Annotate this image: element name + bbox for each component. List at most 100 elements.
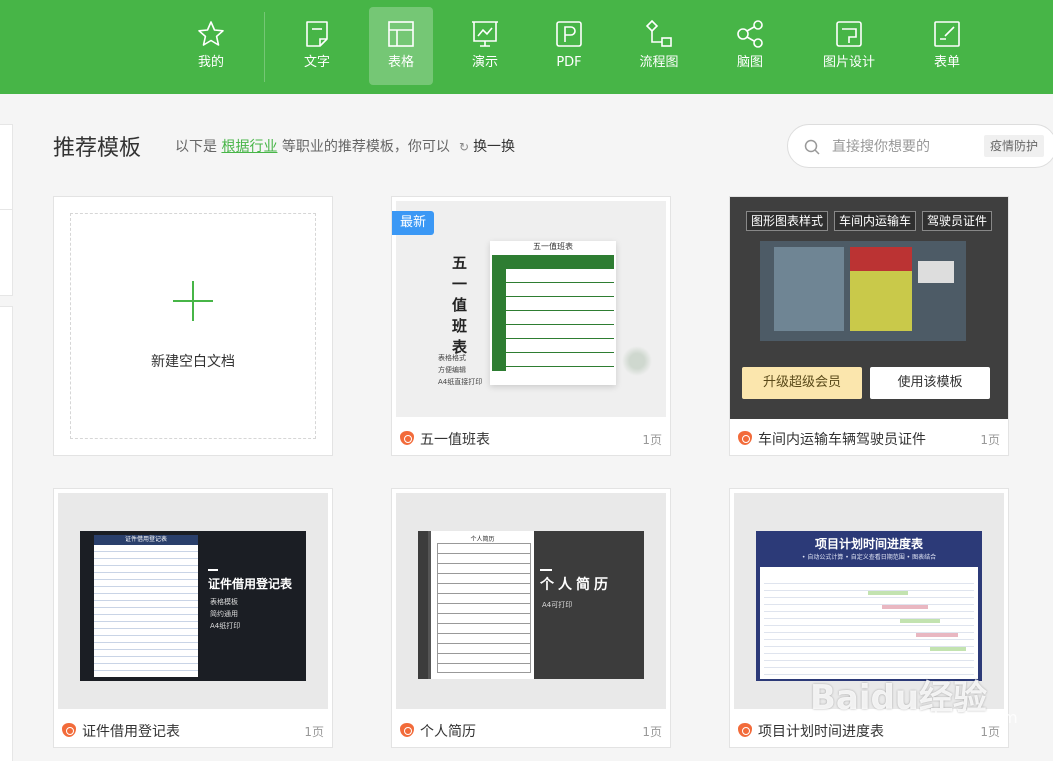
thumbnail-subtitle: • 自动公式计算 • 自定义查看日期范围 • 图表结合 <box>801 554 937 561</box>
card-footer: 证件借用登记表 1页 <box>54 711 332 747</box>
sheet-header-bar <box>492 255 614 269</box>
new-document-label: 新建空白文档 <box>151 354 235 370</box>
thumbnail-bullet: 表格格式 <box>438 354 466 362</box>
refresh-icon: ↻ <box>459 140 470 154</box>
template-logo-icon <box>62 723 76 737</box>
thumbnail-sheet: 证件借用登记表 <box>94 535 198 677</box>
thumbnail-sheet: 个人简历 <box>428 531 534 679</box>
mindmap-icon <box>737 20 763 48</box>
template-logo-icon <box>738 723 752 737</box>
doc-block <box>850 247 912 331</box>
thumbnail-sheet <box>760 567 978 679</box>
nav-item-label: PDF <box>556 55 582 70</box>
template-tag[interactable]: 图形图表样式 <box>746 211 829 231</box>
description-prefix: 以下是 <box>175 139 217 155</box>
template-card[interactable]: 证件借用登记表 证件借用登记表 表格模板 简约通用 A4纸打印 证件借用登记表 … <box>53 488 333 748</box>
sheet-title: 证件借用登记表 <box>94 535 198 545</box>
title-dash <box>208 569 218 571</box>
nav-item-flowchart[interactable]: 流程图 <box>627 7 691 85</box>
page-count: 1页 <box>304 725 324 739</box>
nav-item-presentation[interactable]: 演示 <box>453 7 517 85</box>
nav-item-form[interactable]: 表单 <box>915 7 979 85</box>
search-box: 疫情防护 <box>787 124 1053 168</box>
search-input[interactable] <box>832 135 972 159</box>
use-template-button[interactable]: 使用该模板 <box>870 367 990 399</box>
dashed-border <box>70 213 316 439</box>
card-footer: 个人简历 1页 <box>392 711 670 747</box>
thumbnail-title: 证件借用登记表 <box>208 577 293 591</box>
template-thumbnail: 证件借用登记表 证件借用登记表 表格模板 简约通用 A4纸打印 <box>58 493 328 709</box>
template-card[interactable]: 个人简历 个人简历 A4可打印 个人简历 1页 <box>391 488 671 748</box>
thumbnail-title: 项目计划时间进度表 <box>814 537 923 551</box>
nav-item-label: 文字 <box>303 55 330 70</box>
presentation-icon <box>472 21 498 47</box>
template-thumbnail-hover: 图形图表样式 车间内运输车 驾驶员证件 升级超级会员 使用该模板 <box>730 197 1008 419</box>
card-footer: 五一值班表 1页 <box>392 419 670 455</box>
upgrade-vip-button[interactable]: 升级超级会员 <box>742 367 862 399</box>
image-design-icon <box>836 21 862 47</box>
nav-item-label: 我的 <box>197 55 224 70</box>
template-card[interactable]: 五一值班表 表格格式 方便编辑 A4纸直接打印 五一值班表 最新 五一值班表 1… <box>391 196 671 456</box>
page-count: 1页 <box>642 433 662 447</box>
template-tag[interactable]: 驾驶员证件 <box>922 211 993 231</box>
sheet-rows <box>492 269 614 371</box>
page-count: 1页 <box>642 725 662 739</box>
template-logo-icon <box>400 431 414 445</box>
nav-item-text[interactable]: 文字 <box>285 7 349 85</box>
nav-item-image-design[interactable]: 图片设计 <box>817 7 881 85</box>
description-suffix: 等职业的推荐模板，你可以 <box>281 139 450 155</box>
nav-item-spreadsheet[interactable]: 表格 <box>369 7 433 85</box>
sheet-title: 五一值班表 <box>533 242 573 251</box>
nav-divider <box>264 12 265 82</box>
nav-item-label: 流程图 <box>639 55 679 70</box>
document-icon <box>306 21 328 47</box>
flowchart-icon <box>645 19 672 47</box>
form-icon <box>934 21 960 47</box>
gantt-bar <box>916 633 958 637</box>
left-sidebar-panel <box>0 124 13 296</box>
search-hot-tag[interactable]: 疫情防护 <box>984 135 1045 157</box>
card-footer: 车间内运输车辆驾驶员证件 1页 <box>730 419 1008 455</box>
table-icon <box>388 21 414 47</box>
left-sidebar-panel-lower <box>0 306 13 761</box>
refresh-label: 换一换 <box>473 139 516 155</box>
gantt-bar <box>900 619 940 623</box>
thumbnail-bullet: A4纸直接打印 <box>438 378 483 386</box>
new-blank-document-card[interactable]: 新建空白文档 <box>53 196 333 456</box>
template-card[interactable]: 图形图表样式 车间内运输车 驾驶员证件 升级超级会员 使用该模板 车间内运输车辆… <box>729 196 1009 456</box>
refresh-button[interactable]: ↻ 换一换 <box>459 136 515 156</box>
industry-link[interactable]: 根据行业 <box>221 139 277 155</box>
gantt-bar <box>868 591 908 595</box>
template-logo-icon <box>400 723 414 737</box>
template-thumbnail: 个人简历 个人简历 A4可打印 <box>396 493 666 709</box>
flower-decoration <box>622 341 652 381</box>
nav-item-mindmap[interactable]: 脑图 <box>718 7 782 85</box>
nav-item-label: 表格 <box>387 55 414 70</box>
baidu-watermark-url: jingyan.baidu.com <box>870 708 1018 727</box>
star-icon <box>198 21 224 46</box>
sheet-title: 个人简历 <box>470 536 495 543</box>
recommend-description: 以下是 根据行业 等职业的推荐模板，你可以 <box>175 136 450 156</box>
page-count: 1页 <box>980 433 1000 447</box>
template-logo-icon <box>738 431 752 445</box>
thumbnail-title: 五一值班表 <box>452 254 468 356</box>
gantt-bar <box>930 647 966 651</box>
template-tag[interactable]: 车间内运输车 <box>834 211 917 231</box>
thumbnail-bullet: 简约通用 <box>210 610 238 618</box>
nav-item-pdf[interactable]: PDF <box>537 7 601 85</box>
template-name: 车间内运输车辆驾驶员证件 <box>758 432 926 448</box>
thumbnail-bullet: A4纸打印 <box>210 622 241 630</box>
nav-item-mine[interactable]: 我的 <box>179 7 243 85</box>
gantt-bar <box>882 605 928 609</box>
template-name: 五一值班表 <box>420 432 490 448</box>
nav-item-label: 演示 <box>471 55 498 70</box>
search-icon <box>804 139 820 155</box>
thumbnail-bullet: 表格模板 <box>210 598 238 606</box>
template-name: 证件借用登记表 <box>82 724 180 740</box>
sheet-grid <box>94 545 198 677</box>
plus-icon-bar <box>173 300 213 302</box>
thumbnail-bullet: A4可打印 <box>542 601 573 609</box>
template-thumbnail: 五一值班表 表格格式 方便编辑 A4纸直接打印 五一值班表 <box>396 201 666 417</box>
thumbnail-bullet: 方便编辑 <box>438 366 466 374</box>
template-name: 项目计划时间进度表 <box>758 724 884 740</box>
